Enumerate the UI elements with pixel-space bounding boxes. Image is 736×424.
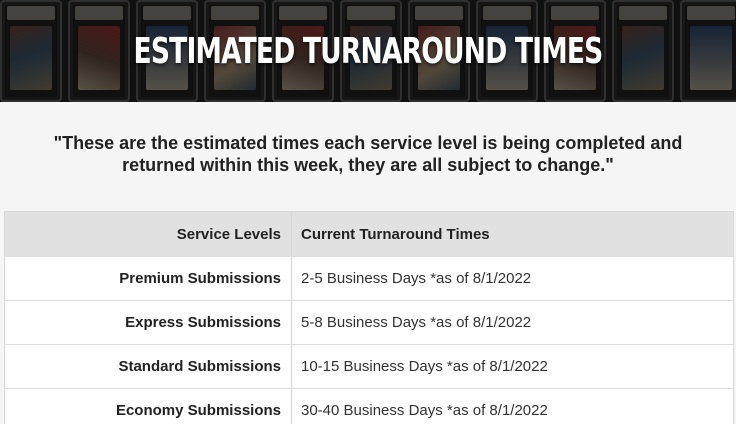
column-header-service-levels: Service Levels: [5, 212, 292, 256]
turnaround-time-cell: 30-40 Business Days *as of 8/1/2022: [301, 402, 548, 419]
table-row: Economy Submissions 30-40 Business Days …: [5, 389, 733, 424]
table-row: Express Submissions 5-8 Business Days *a…: [5, 301, 733, 345]
table-header-row: Service Levels Current Turnaround Times: [5, 212, 733, 257]
service-level-cell: Standard Submissions: [5, 345, 292, 388]
page-title: ESTIMATED TURNAROUND TIMES: [133, 30, 604, 72]
service-level-cell: Premium Submissions: [5, 257, 292, 300]
turnaround-time-cell: 5-8 Business Days *as of 8/1/2022: [301, 314, 532, 331]
column-header-turnaround-times: Current Turnaround Times: [301, 225, 490, 243]
table-row: Standard Submissions 10-15 Business Days…: [5, 345, 733, 389]
hero-banner: ESTIMATED TURNAROUND TIMES: [0, 0, 736, 102]
service-level-cell: Express Submissions: [5, 301, 292, 344]
service-level-cell: Economy Submissions: [5, 389, 292, 424]
turnaround-time-cell: 10-15 Business Days *as of 8/1/2022: [301, 358, 548, 375]
table-row: Premium Submissions 2-5 Business Days *a…: [5, 257, 733, 301]
turnaround-quote: "These are the estimated times each serv…: [53, 133, 683, 175]
turnaround-time-cell: 2-5 Business Days *as of 8/1/2022: [301, 270, 532, 287]
turnaround-table: Service Levels Current Turnaround Times …: [4, 211, 734, 424]
